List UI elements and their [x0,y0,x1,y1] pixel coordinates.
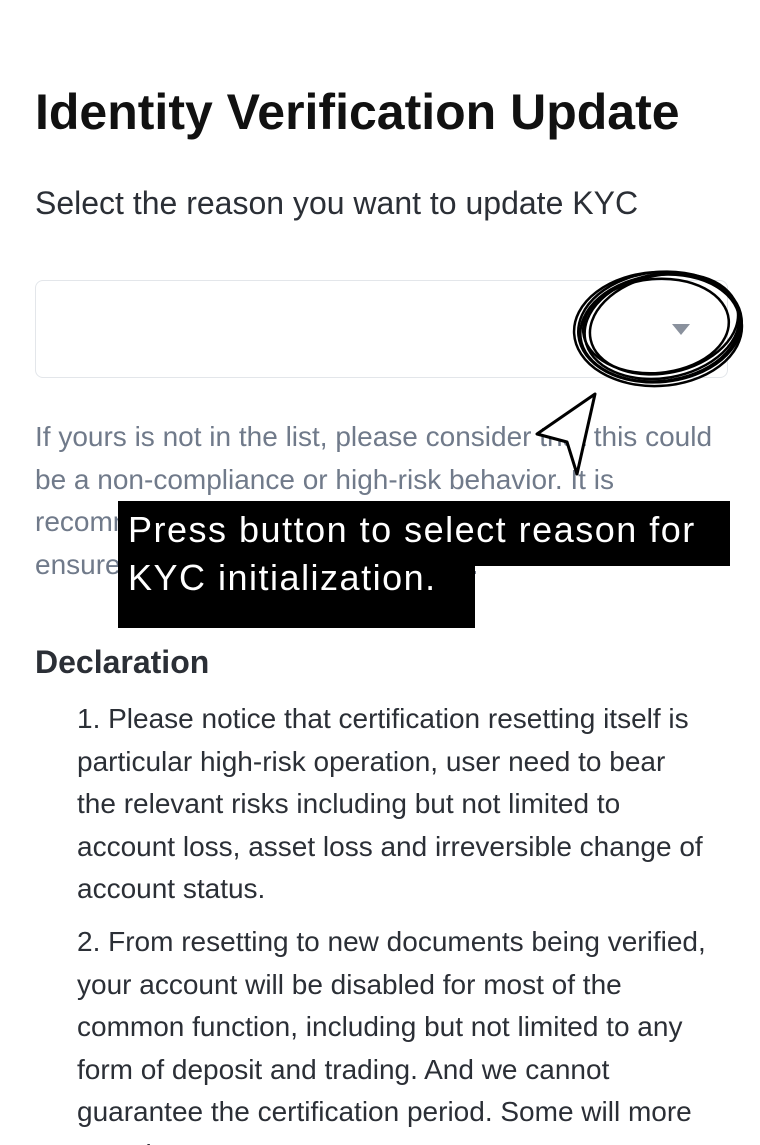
page-subtitle: Select the reason you want to update KYC [35,185,639,221]
declaration-item: 1. Please notice that certification rese… [77,703,703,904]
declaration-item: 2. From resetting to new documents being… [77,926,706,1145]
kyc-update-page: Identity Verification Update Select the … [0,0,760,1145]
chevron-down-icon[interactable] [672,324,690,335]
instruction-tooltip: Press button to select reason for KYC in… [128,509,696,598]
reason-select[interactable] [35,280,728,378]
declaration-title: Declaration [35,644,210,680]
page-title: Identity Verification Update [35,84,680,140]
